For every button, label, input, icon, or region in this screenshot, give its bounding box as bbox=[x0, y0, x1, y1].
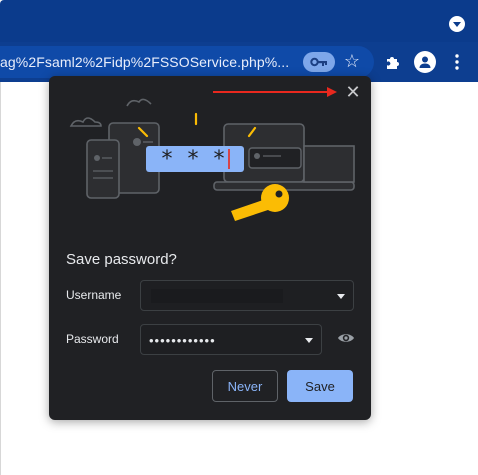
password-value: •••••••••••• bbox=[149, 333, 216, 348]
password-label: Password bbox=[66, 332, 119, 346]
save-button[interactable]: Save bbox=[287, 370, 353, 402]
more-vert-icon[interactable] bbox=[447, 52, 467, 72]
account-icon[interactable] bbox=[414, 51, 436, 73]
key-icon[interactable] bbox=[303, 52, 335, 72]
chevron-down-icon[interactable] bbox=[337, 294, 345, 299]
profile-dropdown-icon[interactable] bbox=[449, 16, 465, 32]
chevron-down-icon[interactable] bbox=[305, 338, 313, 343]
save-password-dialog: ✕ * * * Save password? Username Password… bbox=[49, 76, 371, 420]
illustration-password-mask: * * * bbox=[161, 146, 229, 172]
address-bar[interactable]: ag%2Fsaml2%2Fidp%2FSSOService.php%... ☆ bbox=[0, 46, 374, 78]
dialog-title: Save password? bbox=[66, 251, 177, 268]
username-field[interactable] bbox=[140, 280, 354, 311]
star-icon[interactable]: ☆ bbox=[342, 51, 362, 71]
username-label: Username bbox=[66, 288, 122, 302]
show-password-eye-icon[interactable] bbox=[337, 331, 355, 345]
redacted-username bbox=[151, 289, 283, 303]
close-icon[interactable]: ✕ bbox=[343, 82, 363, 102]
extensions-icon[interactable] bbox=[383, 52, 403, 72]
browser-titlebar bbox=[0, 0, 478, 42]
never-button[interactable]: Never bbox=[212, 370, 278, 402]
url-text: ag%2Fsaml2%2Fidp%2FSSOService.php%... bbox=[0, 54, 290, 70]
password-field[interactable]: •••••••••••• bbox=[140, 324, 322, 355]
